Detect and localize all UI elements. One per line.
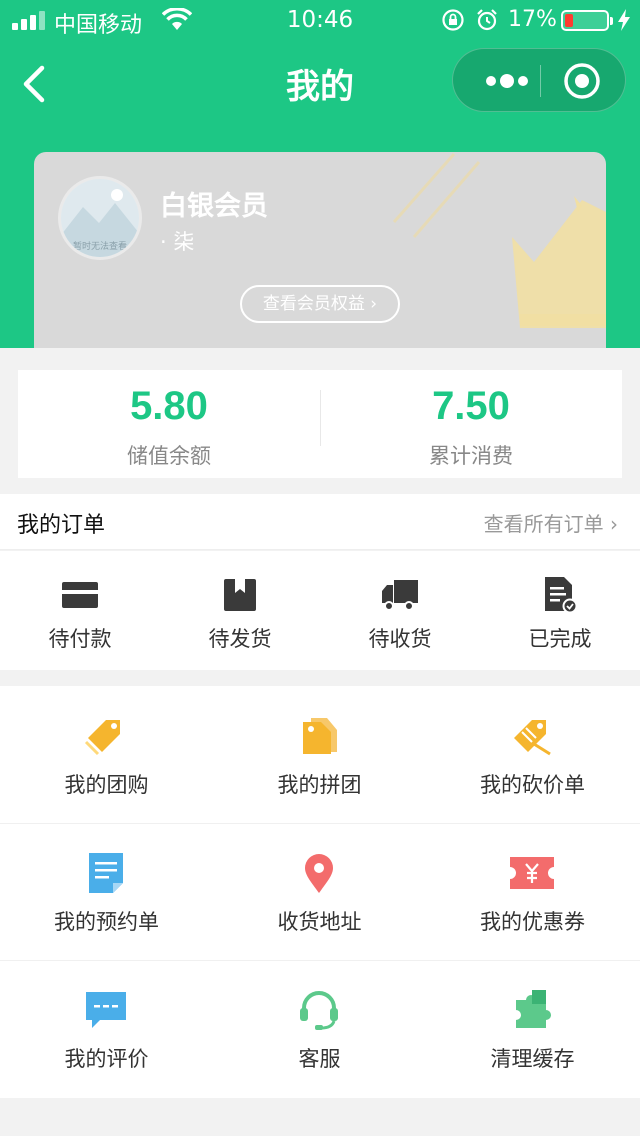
- review-entry[interactable]: 我的评价: [0, 960, 213, 1097]
- battery-icon: [561, 10, 613, 31]
- chat-bubble-icon: [86, 992, 126, 1028]
- member-name: · 柒: [160, 230, 195, 254]
- feature-label: 我的评价: [64, 1047, 149, 1071]
- feature-label: 我的优惠券: [480, 910, 585, 934]
- coupon-entry[interactable]: 我的优惠券: [426, 823, 639, 960]
- feature-label: 清理缓存: [490, 1047, 575, 1071]
- stored-value-block[interactable]: 5.80 储值余额: [18, 370, 320, 478]
- member-level: 白银会员: [160, 191, 268, 222]
- location-pin-icon: [305, 854, 333, 893]
- total-spent-amount: 7.50: [432, 384, 510, 428]
- avatar[interactable]: 暂时无法查看: [58, 176, 142, 260]
- order-status-row: 待付款 待发货 待收货 已完成: [0, 551, 640, 670]
- feature-label: 客服: [298, 1047, 341, 1071]
- order-item-label: 待收货: [368, 627, 432, 651]
- mini-program-capsule: [452, 48, 626, 112]
- headset-icon: [300, 991, 338, 1030]
- group-buy-entry[interactable]: 我的团购: [0, 686, 213, 823]
- total-spent-label: 累计消费: [429, 444, 513, 468]
- order-pending-payment[interactable]: 待付款: [0, 551, 160, 670]
- order-item-label: 待发货: [208, 627, 272, 651]
- order-item-label: 待付款: [48, 627, 112, 651]
- feature-label: 我的预约单: [54, 910, 159, 934]
- charging-icon: [618, 9, 630, 31]
- stored-value-label: 储值余额: [127, 444, 211, 468]
- rotation-lock-icon: [442, 9, 464, 31]
- stored-value-amount: 5.80: [130, 384, 208, 428]
- status-bar: 中国移动 10:46 17%: [0, 0, 640, 40]
- cut-tag-icon: [514, 720, 551, 756]
- clear-cache-entry[interactable]: 清理缓存: [426, 960, 639, 1097]
- avatar-caption: 暂时无法查看: [72, 242, 127, 252]
- feature-grid: 我的团购 我的拼团 我的砍价单 我的预约单 收货地址 我的优惠券 我的评价 客服…: [0, 686, 640, 1098]
- more-icon[interactable]: [477, 69, 537, 93]
- tag-icon: [84, 720, 120, 756]
- address-entry[interactable]: 收货地址: [213, 823, 426, 960]
- close-mini-program-icon[interactable]: [563, 62, 601, 100]
- puzzle-icon: [516, 990, 551, 1028]
- alarm-icon: [477, 9, 497, 31]
- note-icon: [89, 853, 123, 893]
- order-pending-receipt[interactable]: 待收货: [320, 551, 480, 670]
- balance-card: 5.80 储值余额 7.50 累计消费: [18, 370, 622, 478]
- package-icon: [224, 579, 256, 611]
- capsule-divider: [540, 65, 541, 97]
- customer-service-entry[interactable]: 客服: [213, 960, 426, 1097]
- total-spent-block[interactable]: 7.50 累计消费: [320, 370, 622, 478]
- card-icon: [62, 582, 98, 608]
- battery-percent: 17%: [508, 7, 557, 32]
- member-card[interactable]: 暂时无法查看 白银会员 · 柒 查看会员权益 ›: [34, 152, 606, 348]
- truck-icon: [382, 580, 418, 611]
- orders-title: 我的订单: [17, 513, 106, 538]
- view-benefits-button[interactable]: 查看会员权益 ›: [240, 285, 400, 323]
- view-all-orders-link[interactable]: 查看所有订单 ›: [484, 508, 618, 537]
- feature-label: 我的砍价单: [480, 773, 585, 797]
- order-pending-shipment[interactable]: 待发货: [160, 551, 320, 670]
- feature-label: 我的团购: [64, 773, 149, 797]
- reservation-entry[interactable]: 我的预约单: [0, 823, 213, 960]
- team-buy-entry[interactable]: 我的拼团: [213, 686, 426, 823]
- document-check-icon: [545, 577, 578, 613]
- orders-header: 我的订单 查看所有订单 ›: [0, 494, 640, 550]
- navigation-bar: 我的: [0, 40, 640, 128]
- double-tag-icon: [303, 718, 337, 754]
- order-item-label: 已完成: [528, 627, 592, 651]
- coupon-icon: [510, 857, 554, 889]
- bargain-entry[interactable]: 我的砍价单: [426, 686, 639, 823]
- feature-label: 收货地址: [277, 910, 362, 934]
- feature-label: 我的拼团: [277, 773, 362, 797]
- order-completed[interactable]: 已完成: [480, 551, 640, 670]
